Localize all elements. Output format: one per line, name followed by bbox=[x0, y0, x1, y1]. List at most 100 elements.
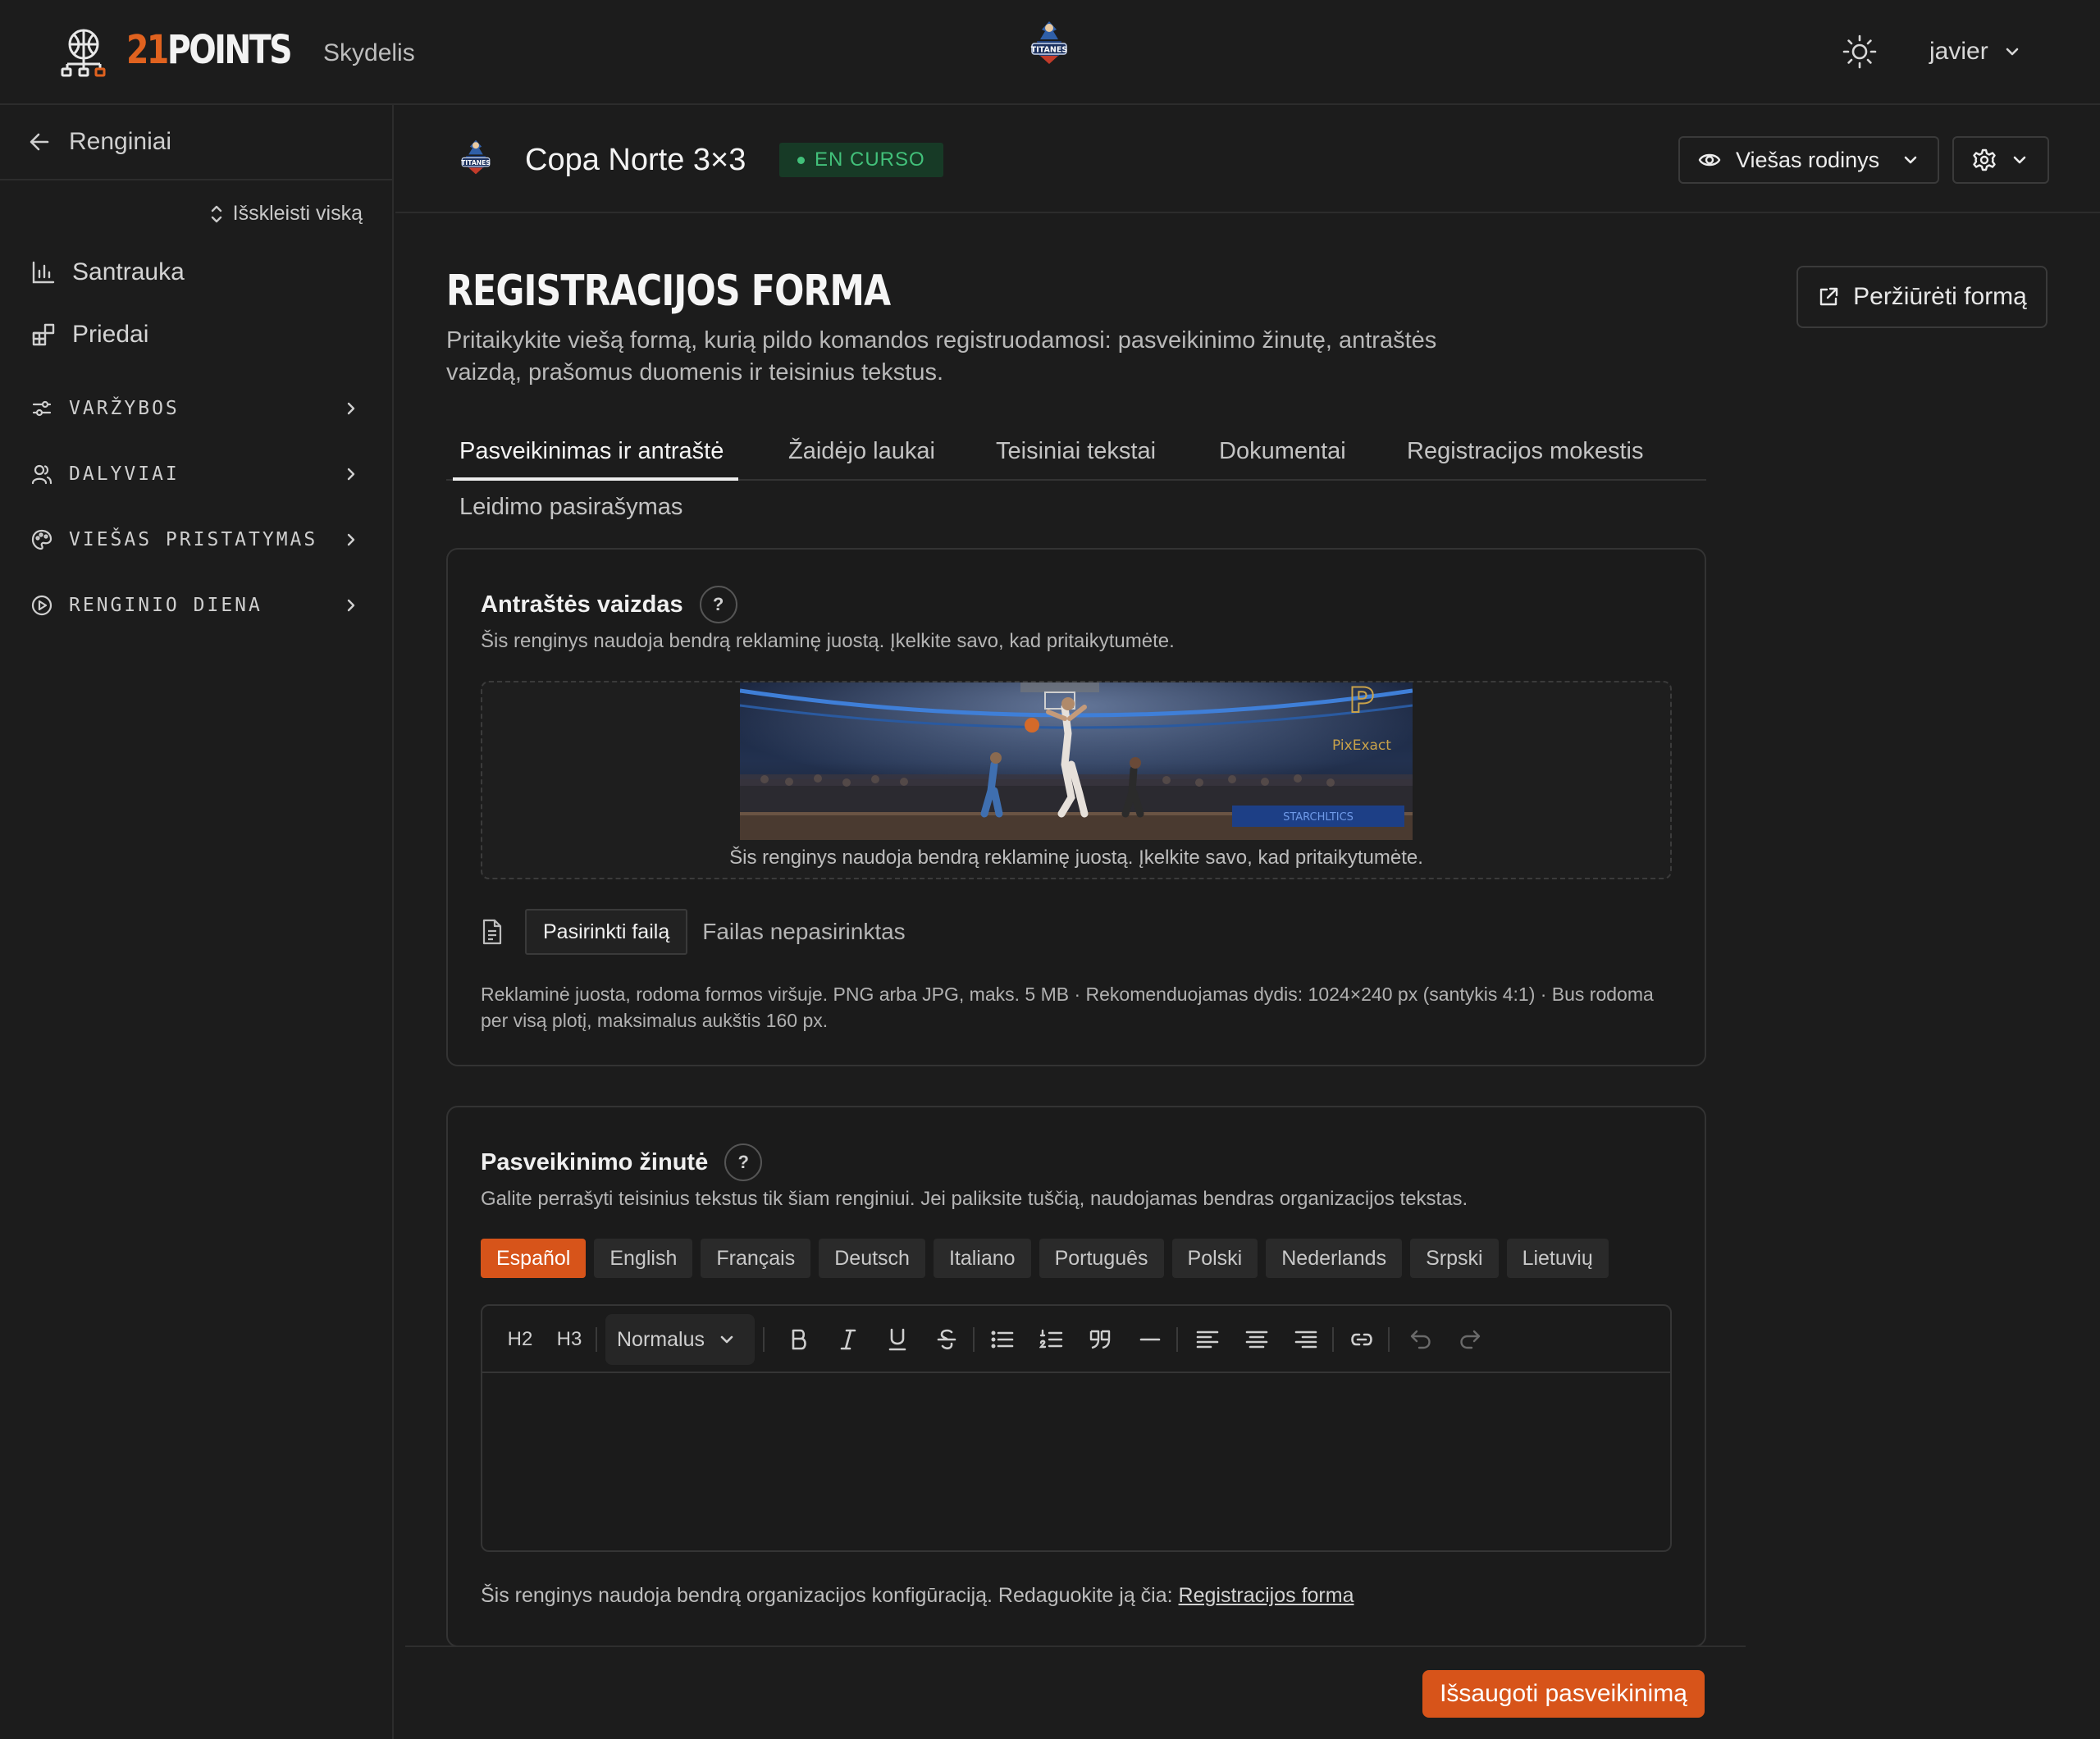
header-image-card: Antraštės vaizdas ? Šis renginys naudoja… bbox=[446, 548, 1706, 1066]
sidebar-group-participants[interactable]: DALYVIAI bbox=[31, 451, 359, 497]
banner-watermark: PixExact bbox=[1332, 737, 1391, 754]
brand-logo-text[interactable]: 21POINTS bbox=[126, 25, 293, 75]
welcome-message-subtitle: Galite perrašyti teisinius tekstus tik š… bbox=[481, 1188, 1468, 1210]
page-description: Pritaikykite viešą formą, kurią pildo ko… bbox=[446, 327, 1437, 386]
chevron-down-icon bbox=[2003, 43, 2021, 61]
welcome-message-title: Pasveikinimo žinutė bbox=[481, 1149, 709, 1175]
sidebar-item-addons[interactable]: Priedai bbox=[31, 312, 376, 358]
status-badge: EN CURSO bbox=[779, 143, 943, 177]
tab-player-fields[interactable]: Žaidėjo laukai bbox=[788, 435, 935, 468]
external-link-icon bbox=[1817, 285, 1840, 308]
align-right-icon[interactable] bbox=[1290, 1324, 1322, 1355]
play-circle-icon bbox=[31, 595, 52, 616]
language-tab-pl[interactable]: Polski bbox=[1171, 1239, 1258, 1278]
nav-dashboard-link[interactable]: Skydelis bbox=[323, 38, 415, 69]
tab-registration-fee[interactable]: Registracijos mokestis bbox=[1407, 435, 1643, 468]
banner-dropzone[interactable]: STARCHLTICS P PixExact Šis renginys naud… bbox=[481, 681, 1672, 879]
chevron-down-icon bbox=[2011, 151, 2029, 169]
event-settings-button[interactable] bbox=[1952, 136, 2049, 184]
registration-form-link[interactable]: Registracijos forma bbox=[1179, 1584, 1354, 1607]
redo-icon[interactable] bbox=[1454, 1324, 1486, 1355]
org-config-note: Šis renginys naudoja bendrą organizacijo… bbox=[481, 1582, 1354, 1609]
top-bar: 21POINTS Skydelis TITANES javier bbox=[0, 0, 2100, 105]
save-welcome-button[interactable]: Išsaugoti pasveikinimą bbox=[1422, 1670, 1705, 1718]
underline-icon[interactable] bbox=[881, 1324, 914, 1355]
chevron-right-icon bbox=[343, 597, 359, 614]
paragraph-style-value: Normalus bbox=[617, 1327, 705, 1351]
status-label: EN CURSO bbox=[815, 148, 925, 171]
language-tab-it[interactable]: Italiano bbox=[933, 1239, 1031, 1278]
help-icon[interactable]: ? bbox=[724, 1143, 763, 1181]
team-logo: TITANES bbox=[1020, 16, 1078, 74]
header-image-subtitle: Šis renginys naudoja bendrą reklaminę ju… bbox=[481, 630, 1175, 652]
choose-file-button[interactable]: Pasirinkti failą bbox=[525, 909, 688, 955]
align-center-icon[interactable] bbox=[1240, 1324, 1273, 1355]
tab-legal-texts[interactable]: Teisiniai tekstai bbox=[996, 435, 1156, 468]
event-header: TITANES Copa Norte 3×3 EN CURSO Viešas r… bbox=[395, 107, 2100, 213]
chevrons-up-down-icon bbox=[208, 203, 225, 225]
preview-form-label: Peržiūrėti formą bbox=[1853, 283, 2027, 310]
org-config-note-text: Šis renginys naudoja bendrą organizacijo… bbox=[481, 1584, 1173, 1607]
chevron-right-icon bbox=[343, 400, 359, 417]
user-menu[interactable]: javier bbox=[1929, 33, 2021, 71]
heading-2-button[interactable]: H2 bbox=[502, 1324, 538, 1355]
heading-3-button[interactable]: H3 bbox=[551, 1324, 587, 1355]
language-tab-fr[interactable]: Français bbox=[701, 1239, 811, 1278]
sidebar-group-public-presentation[interactable]: VIEŠAS PRISTATYMAS bbox=[31, 517, 359, 563]
sidebar-item-summary[interactable]: Santrauka bbox=[31, 249, 376, 295]
undo-icon[interactable] bbox=[1404, 1324, 1437, 1355]
align-left-icon[interactable] bbox=[1191, 1324, 1224, 1355]
bold-icon[interactable] bbox=[783, 1324, 815, 1355]
tab-bar: Pasveikinimas ir antraštė Žaidėjo laukai… bbox=[446, 427, 1706, 481]
tab-welcome-header[interactable]: Pasveikinimas ir antraštė bbox=[459, 435, 724, 468]
language-tab-de[interactable]: Deutsch bbox=[819, 1239, 925, 1278]
language-tab-sr[interactable]: Srpski bbox=[1410, 1239, 1499, 1278]
banner-image: STARCHLTICS P PixExact bbox=[740, 682, 1413, 840]
help-icon[interactable]: ? bbox=[699, 586, 737, 623]
expand-all-button[interactable]: Išskleisti viską bbox=[208, 202, 363, 226]
editor-content-area[interactable] bbox=[482, 1375, 1670, 1550]
public-view-button[interactable]: Viešas rodinys bbox=[1678, 136, 1939, 184]
tab-permission-signing[interactable]: Leidimo pasirašymas bbox=[459, 491, 682, 523]
language-tab-en[interactable]: English bbox=[594, 1239, 693, 1278]
sidebar-group-event-day[interactable]: RENGINIO DIENA bbox=[31, 582, 359, 628]
event-team-logo: TITANES bbox=[453, 136, 499, 182]
header-image-title: Antraštės vaizdas bbox=[481, 591, 683, 618]
public-view-label: Viešas rodinys bbox=[1736, 147, 1880, 172]
language-tab-pt[interactable]: Português bbox=[1039, 1239, 1164, 1278]
svg-text:STARCHLTICS: STARCHLTICS bbox=[1283, 811, 1354, 824]
sliders-icon bbox=[31, 398, 52, 419]
eye-icon bbox=[1698, 148, 1721, 171]
back-to-events-link[interactable]: Renginiai bbox=[0, 105, 392, 180]
preview-form-button[interactable]: Peržiūrėti formą bbox=[1796, 266, 2048, 328]
language-tab-nl[interactable]: Nederlands bbox=[1266, 1239, 1403, 1278]
gear-icon bbox=[1973, 148, 1996, 171]
blockquote-icon[interactable] bbox=[1084, 1324, 1117, 1355]
language-tab-lt[interactable]: Lietuvių bbox=[1506, 1239, 1609, 1278]
expand-all-label: Išskleisti viską bbox=[232, 202, 363, 225]
chevron-right-icon bbox=[343, 532, 359, 548]
strikethrough-icon[interactable] bbox=[930, 1324, 963, 1355]
bullet-list-icon[interactable] bbox=[986, 1324, 1019, 1355]
back-to-events-label: Renginiai bbox=[69, 128, 172, 155]
paragraph-style-select[interactable]: Normalus bbox=[605, 1314, 755, 1365]
user-name: javier bbox=[1929, 38, 1988, 65]
italic-icon[interactable] bbox=[832, 1324, 865, 1355]
sidebar-item-label: Santrauka bbox=[72, 258, 185, 285]
sidebar-group-label: DALYVIAI bbox=[69, 463, 180, 485]
sidebar-group-competitions[interactable]: VARŽYBOS bbox=[31, 386, 359, 431]
sun-icon[interactable] bbox=[1841, 33, 1879, 71]
svg-text:TITANES: TITANES bbox=[1031, 46, 1068, 55]
link-icon[interactable] bbox=[1345, 1324, 1378, 1355]
language-tab-es[interactable]: Español bbox=[481, 1239, 587, 1278]
basketball-network-icon bbox=[57, 28, 110, 77]
sidebar-group-label: VARŽYBOS bbox=[69, 398, 180, 419]
tab-documents[interactable]: Dokumentai bbox=[1219, 435, 1346, 468]
status-dot-icon bbox=[797, 156, 805, 164]
file-help-text: Reklaminė juosta, rodoma formos viršuje.… bbox=[481, 984, 1654, 1031]
horizontal-rule-icon[interactable] bbox=[1134, 1324, 1166, 1355]
toolbar-divider bbox=[1332, 1327, 1334, 1352]
language-tabs: Español English Français Deutsch Italian… bbox=[481, 1239, 1609, 1278]
bar-chart-icon bbox=[31, 260, 56, 285]
numbered-list-icon[interactable] bbox=[1035, 1324, 1068, 1355]
